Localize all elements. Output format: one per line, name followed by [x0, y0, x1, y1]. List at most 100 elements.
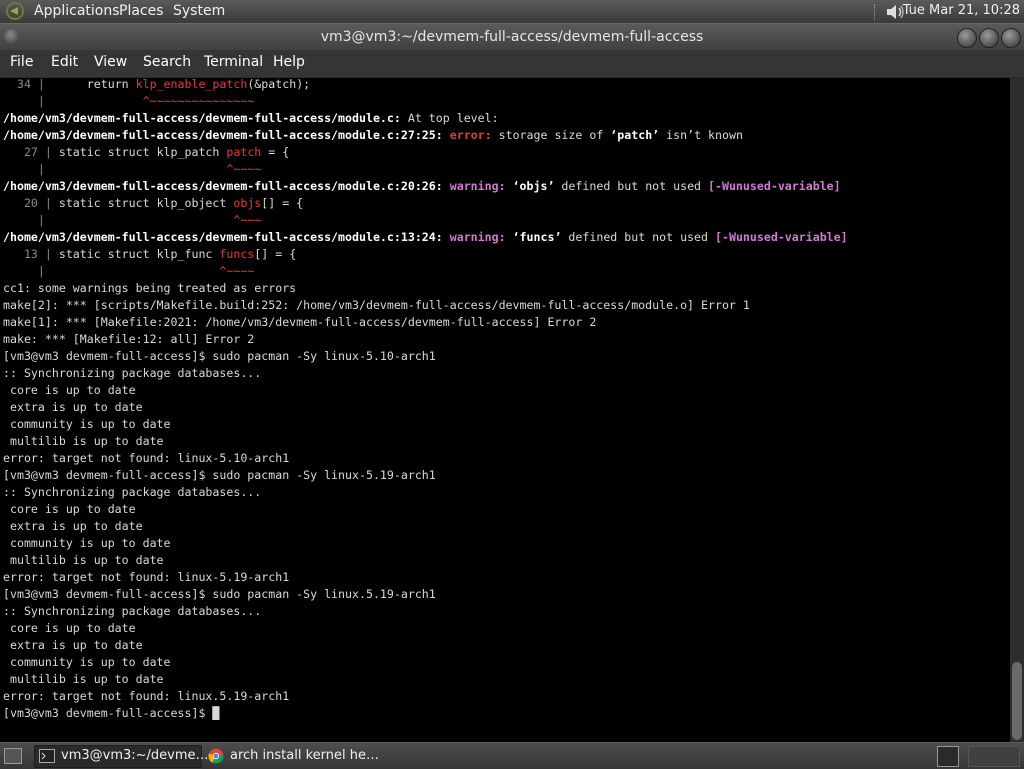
- terminal-line: 34 | return klp_enable_patch(&patch);: [3, 78, 848, 93]
- terminal-line: error: target not found: linux.5.19-arch…: [3, 688, 848, 705]
- terminal-segment: [vm3@vm3 devmem-full-access]$: [3, 706, 213, 720]
- terminal-segment: extra is up to date: [3, 638, 143, 652]
- terminal-menu[interactable]: Terminal: [204, 54, 263, 70]
- terminal-text: 34 | return klp_enable_patch(&patch); | …: [3, 78, 848, 722]
- terminal-segment: community is up to date: [3, 655, 171, 669]
- minimize-button[interactable]: [957, 28, 977, 48]
- taskbar-item-label: vm3@vm3:~/devme…: [61, 748, 209, 763]
- terminal-segment: ‘patch’: [610, 128, 660, 142]
- terminal-segment: error: target not found: linux.5.19-arch…: [3, 689, 290, 703]
- terminal-menu-label: Terminal: [204, 54, 264, 70]
- terminal-line: :: Synchronizing package databases...: [3, 365, 848, 382]
- system-menu[interactable]: System: [173, 3, 225, 19]
- terminal-icon: [39, 749, 55, 763]
- terminal-output[interactable]: 34 | return klp_enable_patch(&patch); | …: [0, 78, 1010, 742]
- applications-menu[interactable]: Applications: [34, 3, 120, 19]
- top-panel: Applications Places System Tue Mar 21, 1…: [0, 0, 1024, 23]
- terminal-segment: warning:: [449, 179, 513, 193]
- terminal-line: error: target not found: linux-5.19-arch…: [3, 569, 848, 586]
- terminal-scrollbar[interactable]: [1010, 78, 1024, 742]
- terminal-segment: defined but not used: [554, 179, 709, 193]
- terminal-segment: static struct klp_patch: [58, 145, 227, 159]
- terminal-segment: |: [3, 213, 52, 227]
- terminal-line: | ^~~~~: [3, 161, 848, 178]
- file-menu[interactable]: File: [10, 54, 33, 70]
- gnome-foot-icon[interactable]: [5, 2, 25, 20]
- terminal-segment: /home/vm3/devmem-full-access/devmem-full…: [3, 128, 450, 142]
- terminal-line: make: *** [Makefile:12: all] Error 2: [3, 331, 848, 348]
- terminal-segment: :: Synchronizing package databases...: [3, 366, 262, 380]
- window-title: vm3@vm3:~/devmem-full-access/devmem-full…: [320, 29, 704, 45]
- terminal-segment: [vm3@vm3 devmem-full-access]$ sudo pacma…: [3, 587, 436, 601]
- terminal-line: 13 | static struct klp_func funcs[] = {: [3, 246, 848, 263]
- terminal-segment: patch: [226, 145, 262, 159]
- terminal-segment: :: Synchronizing package databases...: [3, 485, 262, 499]
- terminal-line: extra is up to date: [3, 399, 848, 416]
- terminal-segment: community is up to date: [3, 417, 171, 431]
- taskbar-item-chrome[interactable]: arch install kernel he…: [203, 745, 379, 768]
- terminal-line: multilib is up to date: [3, 671, 848, 688]
- terminal-segment: isn’t known: [659, 128, 743, 142]
- terminal-line: [vm3@vm3 devmem-full-access]$ sudo pacma…: [3, 348, 848, 365]
- terminal-line: /home/vm3/devmem-full-access/devmem-full…: [3, 229, 848, 246]
- scrollbar-thumb[interactable]: [1012, 662, 1022, 740]
- window-titlebar[interactable]: vm3@vm3:~/devmem-full-access/devmem-full…: [0, 23, 1024, 51]
- help-menu[interactable]: Help: [273, 54, 305, 70]
- terminal-line: 20 | static struct klp_object objs[] = {: [3, 195, 848, 212]
- terminal-segment: 20 |: [3, 196, 59, 210]
- terminal-segment: multilib is up to date: [3, 434, 164, 448]
- terminal-line: /home/vm3/devmem-full-access/devmem-full…: [3, 127, 848, 144]
- terminal-line: core is up to date: [3, 501, 848, 518]
- terminal-line: multilib is up to date: [3, 433, 848, 450]
- maximize-button[interactable]: [979, 28, 999, 48]
- terminal-segment: storage size of: [498, 128, 611, 142]
- terminal-line: /home/vm3/devmem-full-access/devmem-full…: [3, 110, 848, 127]
- view-menu[interactable]: View: [94, 54, 127, 70]
- workspace-switcher[interactable]: [968, 746, 1020, 767]
- terminal-segment: core is up to date: [3, 502, 136, 516]
- terminal-line: [vm3@vm3 devmem-full-access]$ █: [3, 705, 848, 722]
- terminal-line: :: Synchronizing package databases...: [3, 484, 848, 501]
- terminal-segment: At top level:: [400, 111, 499, 125]
- terminal-segment: ‘objs’: [512, 179, 555, 193]
- terminal-segment: [vm3@vm3 devmem-full-access]$ sudo pacma…: [3, 468, 436, 482]
- terminal-segment: 27 |: [3, 145, 59, 159]
- terminal-segment: multilib is up to date: [3, 553, 164, 567]
- terminal-segment: [vm3@vm3 devmem-full-access]$ sudo pacma…: [3, 349, 436, 363]
- terminal-segment: extra is up to date: [3, 519, 143, 533]
- terminal-line: :: Synchronizing package databases...: [3, 603, 848, 620]
- edit-menu[interactable]: Edit: [51, 54, 78, 70]
- terminal-segment: funcs: [219, 247, 255, 261]
- clock[interactable]: Tue Mar 21, 10:28: [903, 3, 1020, 18]
- terminal-line: [vm3@vm3 devmem-full-access]$ sudo pacma…: [3, 467, 848, 484]
- terminal-segment: [] = {: [254, 247, 297, 261]
- terminal-segment: ^~~~~: [226, 162, 262, 176]
- menubar: File Edit View Search Terminal Help: [0, 50, 1024, 78]
- close-button[interactable]: [1001, 28, 1021, 48]
- chrome-icon: [208, 748, 224, 764]
- places-menu[interactable]: Places: [119, 3, 164, 19]
- terminal-icon[interactable]: [937, 746, 959, 767]
- show-desktop-icon[interactable]: [4, 748, 22, 764]
- terminal-line: | ^~~~: [3, 212, 848, 229]
- terminal-line: core is up to date: [3, 382, 848, 399]
- terminal-line: error: target not found: linux-5.10-arch…: [3, 450, 848, 467]
- terminal-line: | ^~~~~~~~~~~~~~~~: [3, 93, 848, 110]
- terminal-segment: error: target not found: linux-5.10-arch…: [3, 451, 290, 465]
- terminal-segment: extra is up to date: [3, 400, 143, 414]
- terminal-segment: /home/vm3/devmem-full-access/devmem-full…: [3, 179, 450, 193]
- view-menu-label: View: [94, 54, 128, 70]
- terminal-segment: 13 |: [3, 247, 59, 261]
- terminal-segment: [52, 162, 227, 176]
- terminal-segment: static struct klp_func: [58, 247, 220, 261]
- terminal-segment: |: [3, 94, 52, 108]
- terminal-segment: |: [3, 162, 52, 176]
- search-menu[interactable]: Search: [143, 54, 191, 70]
- terminal-segment: multilib is up to date: [3, 672, 164, 686]
- terminal-line: cc1: some warnings being treated as erro…: [3, 280, 848, 297]
- terminal-segment: [-Wunused-variable]: [708, 179, 841, 193]
- taskbar-item-terminal[interactable]: vm3@vm3:~/devme…: [34, 745, 209, 768]
- terminal-segment: [52, 94, 143, 108]
- terminal-segment: ^~~~~~~~~~~~~~~~: [142, 94, 255, 108]
- terminal-segment: objs: [233, 196, 262, 210]
